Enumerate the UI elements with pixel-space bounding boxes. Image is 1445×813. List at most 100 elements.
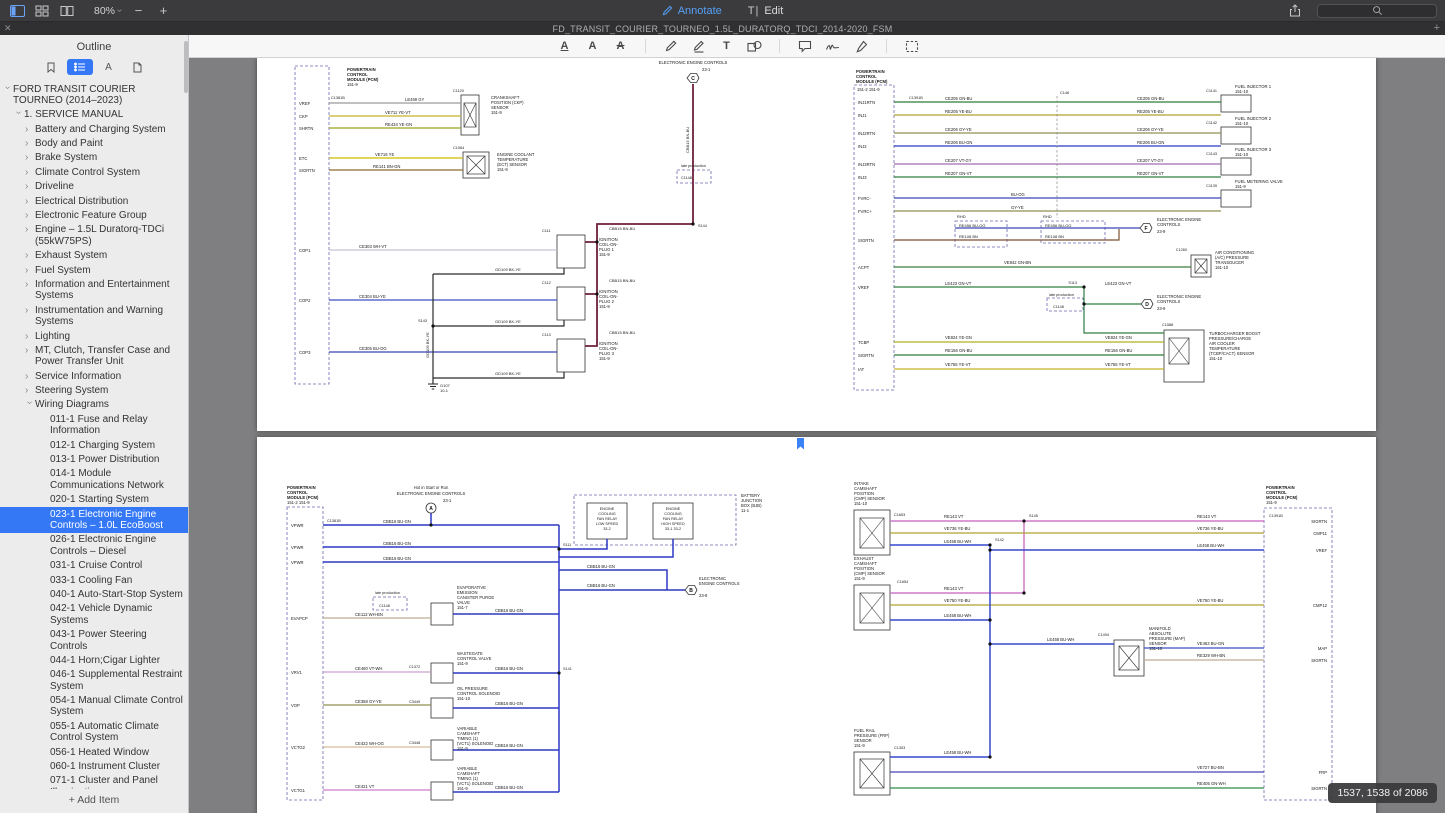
outline-item[interactable]: ›Lighting: [0, 329, 188, 343]
svg-text:CE205 GN-BU: CE205 GN-BU: [1137, 96, 1164, 101]
outline-item[interactable]: ›MT, Clutch, Transfer Case and Power Tra…: [0, 343, 188, 369]
toggle-sidebar-button[interactable]: [9, 3, 25, 19]
bookmarks-view-button[interactable]: [38, 59, 64, 75]
highlighter-tool-icon[interactable]: [691, 38, 706, 54]
outline-item[interactable]: 046-1 Supplemental Restraint System: [0, 668, 188, 694]
page-bookmark-icon[interactable]: [796, 437, 805, 455]
outline-item[interactable]: ›Engine – 1.5L Duratorq-TDCi (55kW75PS): [0, 223, 188, 249]
chevron-right-icon[interactable]: ›: [25, 385, 35, 396]
diagram-page-1[interactable]: CFDPOWERTRAINCONTROLMODULE (PCM)151-9VRE…: [257, 58, 1376, 431]
outline-item[interactable]: 033-1 Cooling Fan: [0, 573, 188, 587]
share-button[interactable]: [1287, 3, 1303, 19]
shapes-tool-icon[interactable]: [747, 38, 762, 54]
text-underline-style-icon[interactable]: A: [557, 38, 572, 54]
text-tool-icon[interactable]: T: [719, 38, 734, 54]
svg-text:CBB16 BU-GN: CBB16 BU-GN: [495, 785, 523, 790]
thumbnail-view-icon[interactable]: [34, 3, 50, 19]
outline-item[interactable]: 071-1 Cluster and Panel Illumination: [0, 774, 188, 789]
new-tab-icon[interactable]: +: [1434, 23, 1440, 34]
outline-item[interactable]: ›Information and Entertainment Systems: [0, 277, 188, 303]
chevron-right-icon[interactable]: ›: [25, 152, 35, 163]
chevron-down-icon[interactable]: ›: [13, 111, 24, 121]
svg-text:CE207 VT-GY: CE207 VT-GY: [945, 158, 972, 163]
chevron-down-icon[interactable]: ›: [2, 86, 13, 96]
pencil-tool-icon[interactable]: [663, 38, 678, 54]
outline-item[interactable]: 031-1 Cruise Control: [0, 559, 188, 573]
zoom-out-button[interactable]: −: [130, 3, 146, 19]
outline-item[interactable]: 056-1 Heated Window: [0, 745, 188, 759]
chevron-right-icon[interactable]: ›: [25, 371, 35, 382]
outline-item[interactable]: ›Service Information: [0, 369, 188, 383]
chevron-right-icon[interactable]: ›: [25, 224, 35, 235]
outline-item[interactable]: ›Climate Control System: [0, 165, 188, 179]
edit-button[interactable]: T| Edit: [748, 5, 784, 17]
svg-text:RE143 VT: RE143 VT: [1197, 514, 1217, 519]
chevron-right-icon[interactable]: ›: [25, 250, 35, 261]
outline-item[interactable]: 043-1 Power Steering Controls: [0, 628, 188, 654]
two-page-view-icon[interactable]: [59, 3, 75, 19]
annotate-button[interactable]: Annotate: [662, 5, 722, 17]
annotations-view-button[interactable]: A: [96, 59, 122, 75]
outline-item[interactable]: 044-1 Horn;Cigar Lighter: [0, 653, 188, 667]
chevron-right-icon[interactable]: ›: [25, 305, 35, 316]
chevron-right-icon[interactable]: ›: [25, 181, 35, 192]
outline-view-button[interactable]: [67, 59, 93, 75]
chevron-down-icon[interactable]: ›: [24, 402, 35, 412]
outline-item[interactable]: 055-1 Automatic Climate Control System: [0, 719, 188, 745]
chevron-right-icon[interactable]: ›: [25, 279, 35, 290]
outline-item[interactable]: 013-1 Power Distribution: [0, 453, 188, 467]
outline-item[interactable]: ›FORD TRANSIT COURIER TOURNEO (2014–2023…: [0, 82, 188, 108]
sidebar-scrollbar[interactable]: [184, 41, 188, 93]
zoom-level-value: 80%: [94, 5, 115, 17]
text-strike-style-icon[interactable]: A: [613, 38, 628, 54]
outline-item[interactable]: 060-1 Instrument Cluster: [0, 760, 188, 774]
chevron-right-icon[interactable]: ›: [25, 210, 35, 221]
svg-text:LE459 GY: LE459 GY: [405, 97, 425, 102]
outline-item[interactable]: 012-1 Charging System: [0, 438, 188, 452]
outline-item[interactable]: ›Battery and Charging System: [0, 122, 188, 136]
select-area-tool-icon[interactable]: [904, 38, 919, 54]
text-style-icon[interactable]: A: [585, 38, 600, 54]
chevron-right-icon[interactable]: ›: [25, 331, 35, 342]
outline-item[interactable]: ›Electrical Distribution: [0, 194, 188, 208]
outline-item[interactable]: 042-1 Vehicle Dynamic Systems: [0, 602, 188, 628]
svg-text:VE755 YE-VT: VE755 YE-VT: [945, 362, 971, 367]
svg-text:23-8: 23-8: [699, 593, 708, 598]
svg-text:RE108 BN: RE108 BN: [1045, 234, 1064, 239]
outline-item[interactable]: 023-1 Electronic Engine Controls – 1.0L …: [0, 507, 188, 533]
outline-item[interactable]: ›Exhaust System: [0, 249, 188, 263]
outline-item[interactable]: 026-1 Electronic Engine Controls – Diese…: [0, 533, 188, 559]
pages-view-button[interactable]: [125, 59, 151, 75]
zoom-level-dropdown[interactable]: 80% ›: [94, 5, 121, 17]
document-canvas[interactable]: CFDPOWERTRAINCONTROLMODULE (PCM)151-9VRE…: [189, 58, 1445, 813]
outline-item[interactable]: ›Fuel System: [0, 263, 188, 277]
outline-item[interactable]: 014-1 Module Communications Network: [0, 467, 188, 493]
outline-item[interactable]: 054-1 Manual Climate Control System: [0, 694, 188, 720]
outline-item[interactable]: 011-1 Fuse and Relay Information: [0, 412, 188, 438]
outline-item[interactable]: ›Brake System: [0, 151, 188, 165]
outline-item[interactable]: 040-1 Auto-Start-Stop System: [0, 587, 188, 601]
search-input[interactable]: [1317, 4, 1437, 18]
outline-item[interactable]: 020-1 Starting System: [0, 493, 188, 507]
diagram-page-2[interactable]: ABPOWERTRAINCONTROLMODULE (PCM)151-2 151…: [257, 437, 1376, 813]
eyedropper-tool-icon[interactable]: [854, 38, 869, 54]
svg-text:151-9: 151-9: [854, 743, 865, 748]
zoom-in-button[interactable]: +: [155, 3, 171, 19]
outline-item[interactable]: ›Steering System: [0, 384, 188, 398]
outline-item[interactable]: ›Driveline: [0, 180, 188, 194]
chevron-right-icon[interactable]: ›: [25, 138, 35, 149]
note-tool-icon[interactable]: [797, 38, 812, 54]
svg-text:CE205 GN-BU: CE205 GN-BU: [945, 96, 972, 101]
add-item-button[interactable]: + Add Item: [0, 789, 188, 813]
chevron-right-icon[interactable]: ›: [25, 196, 35, 207]
outline-item[interactable]: ›Instrumentation and Warning Systems: [0, 303, 188, 329]
outline-item[interactable]: ›Body and Paint: [0, 137, 188, 151]
chevron-right-icon[interactable]: ›: [25, 345, 35, 356]
chevron-right-icon[interactable]: ›: [25, 265, 35, 276]
outline-item[interactable]: ›1. SERVICE MANUAL: [0, 108, 188, 122]
outline-item[interactable]: ›Electronic Feature Group: [0, 209, 188, 223]
chevron-right-icon[interactable]: ›: [25, 124, 35, 135]
outline-item[interactable]: ›Wiring Diagrams: [0, 398, 188, 412]
chevron-right-icon[interactable]: ›: [25, 167, 35, 178]
signature-tool-icon[interactable]: [825, 38, 841, 54]
